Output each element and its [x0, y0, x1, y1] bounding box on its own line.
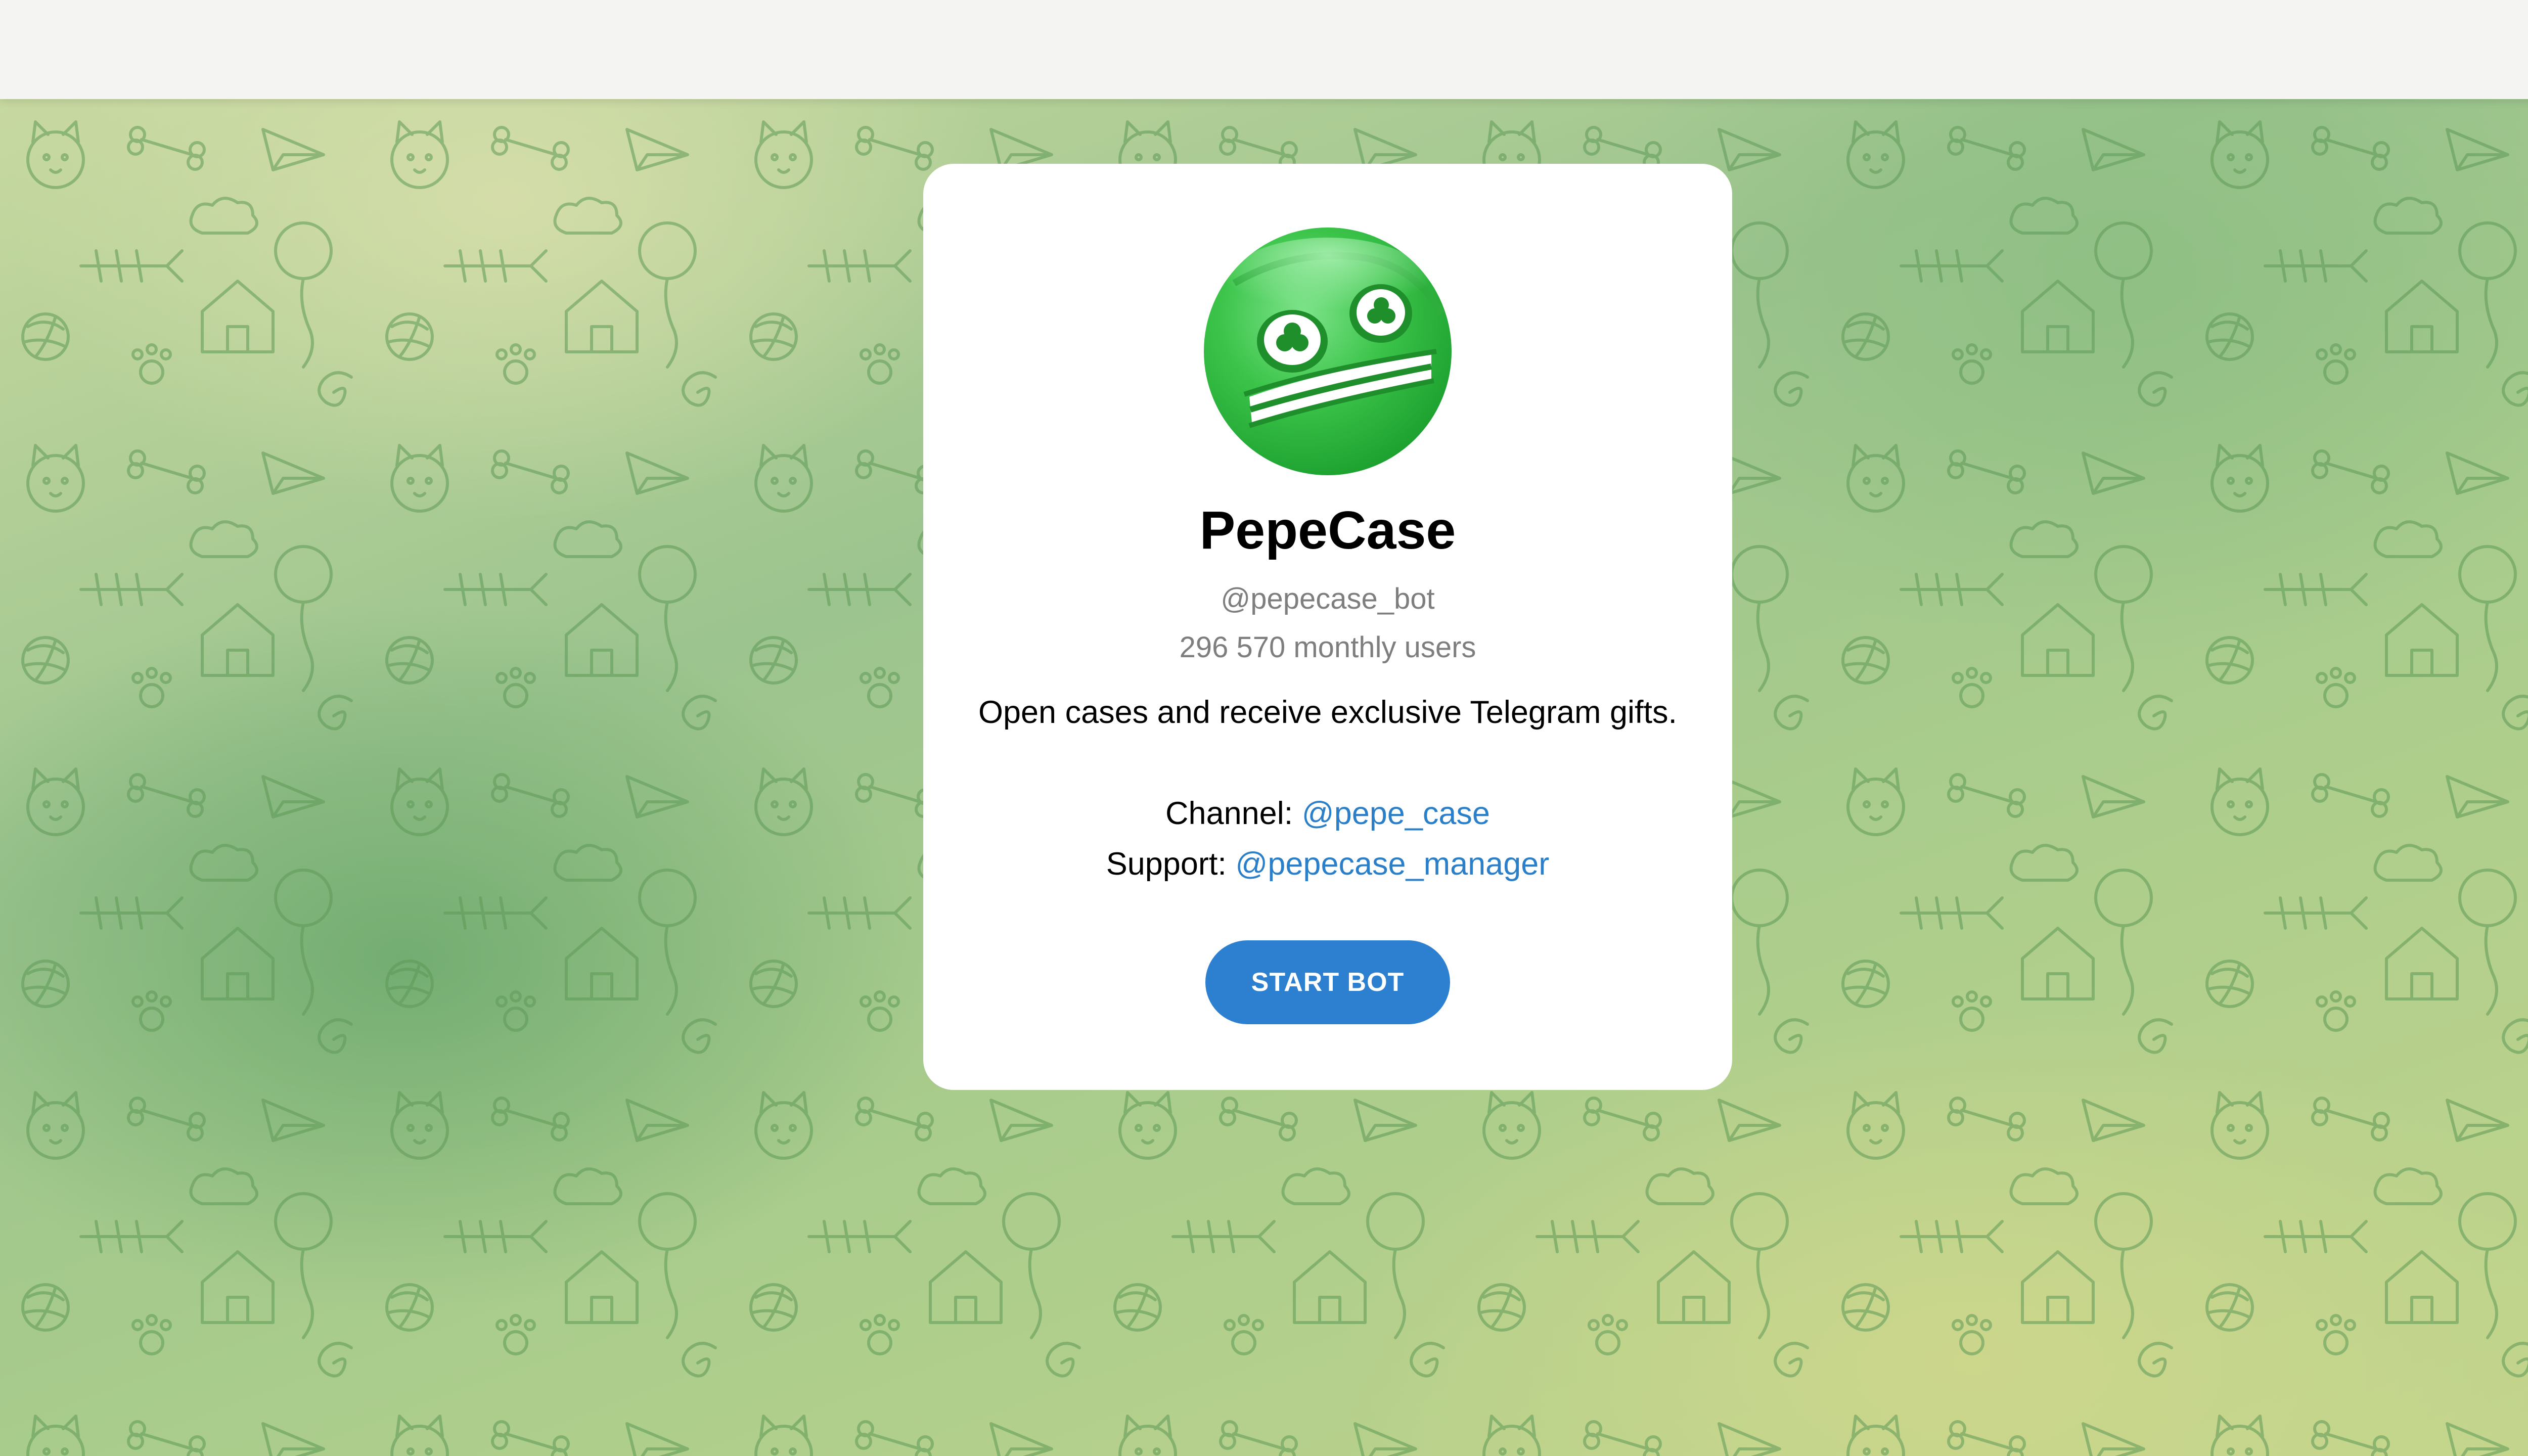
support-line: Support: @pepecase_manager — [923, 848, 1732, 880]
bot-profile-card: PepeCase @pepecase_bot 296 570 monthly u… — [923, 164, 1732, 1090]
top-bar — [0, 0, 2528, 99]
bot-description: Open cases and receive exclusive Telegra… — [978, 695, 1678, 730]
channel-link[interactable]: @pepe_case — [1302, 796, 1490, 831]
monthly-users-count: 296 570 monthly users — [1179, 631, 1476, 664]
bot-name: PepeCase — [1199, 500, 1456, 560]
pepe-frog-avatar-icon — [1204, 228, 1452, 475]
page: PepeCase @pepecase_bot 296 570 monthly u… — [0, 0, 2528, 1456]
start-bot-button[interactable]: START BOT — [1205, 940, 1450, 1024]
support-label: Support: — [1106, 846, 1227, 882]
support-link[interactable]: @pepecase_manager — [1235, 846, 1549, 882]
channel-label: Channel: — [1165, 796, 1293, 831]
channel-line: Channel: @pepe_case — [923, 798, 1732, 830]
bot-username: @pepecase_bot — [1221, 582, 1435, 615]
